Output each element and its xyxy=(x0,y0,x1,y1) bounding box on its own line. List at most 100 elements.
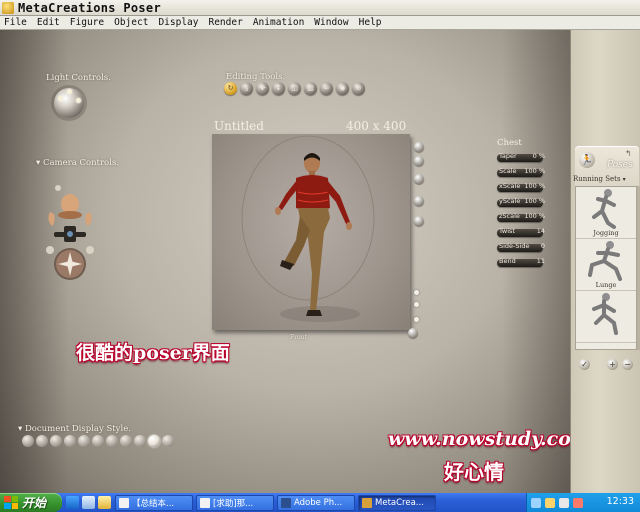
taskbar-item-4[interactable]: MetaCrea... xyxy=(358,494,436,511)
poser-app-icon[interactable] xyxy=(2,1,14,14)
camera-trackball-icon[interactable] xyxy=(54,248,86,280)
clock[interactable]: 12:33 xyxy=(607,496,634,507)
dial-yscale[interactable]: yScale 100 % xyxy=(497,195,549,209)
tray-ime-icon[interactable] xyxy=(545,497,555,508)
library-category-selector[interactable]: Running Sets ▾ xyxy=(573,174,639,184)
dial-scale[interactable]: Scale 100 % xyxy=(497,165,549,179)
taskbar-item-2[interactable]: [求助]那... xyxy=(196,494,274,511)
doc-handle-dot-3[interactable] xyxy=(414,317,419,322)
scale-tool-icon[interactable]: ◫ xyxy=(288,82,301,95)
style-cartoon-icon[interactable] xyxy=(120,435,132,447)
doc-option-button-5[interactable] xyxy=(414,216,424,226)
menu-help[interactable]: Help xyxy=(359,17,382,28)
translate-in-out-tool-icon[interactable]: ↕ xyxy=(272,82,285,95)
style-outline-icon[interactable] xyxy=(36,435,48,447)
apply-pose-check-icon[interactable]: ✓ xyxy=(579,358,590,370)
style-texture-shaded-icon[interactable] xyxy=(148,435,160,447)
menu-file[interactable]: File xyxy=(4,17,27,28)
poser-figure xyxy=(275,153,352,316)
library-actions: ✓ + − xyxy=(575,356,637,372)
quick-launch xyxy=(66,496,111,509)
camera-preset-icon[interactable] xyxy=(55,185,61,191)
doc-option-button-4[interactable] xyxy=(414,196,424,206)
light-2-handle[interactable] xyxy=(67,89,72,94)
camera-zoom-right-icon[interactable] xyxy=(86,246,94,254)
light-controls-label: Light Controls. xyxy=(46,73,111,83)
add-to-library-plus-icon[interactable]: + xyxy=(607,358,618,370)
camera-zoom-left-icon[interactable] xyxy=(46,246,54,254)
doc-option-button-3[interactable] xyxy=(414,174,424,184)
right-hand-camera-icon[interactable] xyxy=(85,212,92,226)
pose-item-running[interactable] xyxy=(576,291,636,343)
panel-grip-icon[interactable]: ↰ xyxy=(625,149,632,158)
dial-side-side[interactable]: Side-Side 0 xyxy=(497,240,549,254)
tray-volume-icon[interactable] xyxy=(559,497,569,508)
menu-figure[interactable]: Figure xyxy=(70,17,104,28)
start-label: 开始 xyxy=(22,496,47,510)
document-icon xyxy=(200,497,210,508)
poser-icon xyxy=(362,497,372,508)
chain-break-tool-icon[interactable]: ∞ xyxy=(320,82,333,95)
dial-bend[interactable]: Bend 11 xyxy=(497,255,549,269)
style-smooth-shaded-icon[interactable] xyxy=(134,435,146,447)
doc-handle-dot-2[interactable] xyxy=(414,302,419,307)
light-controls-globe[interactable] xyxy=(54,88,84,118)
pose-item-jogging[interactable]: Jogging xyxy=(576,187,636,239)
color-tool-icon[interactable]: ◉ xyxy=(336,82,349,95)
menu-edit[interactable]: Edit xyxy=(37,17,60,28)
light-3-handle[interactable] xyxy=(76,98,81,103)
light-1-handle[interactable] xyxy=(58,96,63,101)
taskbar-item-3[interactable]: Adobe Ph... xyxy=(277,494,355,511)
menu-render[interactable]: Render xyxy=(208,17,242,28)
style-lit-wireframe-icon[interactable] xyxy=(78,435,90,447)
doc-option-button-2[interactable] xyxy=(414,156,424,166)
workspace: Light Controls. Editing Tools. ↻ § ✥ ↕ ◫… xyxy=(0,30,591,493)
doc-handle-dot-1[interactable] xyxy=(414,290,419,295)
photoshop-icon xyxy=(281,497,291,508)
system-tray: 12:33 xyxy=(526,493,640,512)
style-flat-lined-icon[interactable] xyxy=(106,435,118,447)
tray-network-icon[interactable] xyxy=(531,497,541,508)
left-hand-camera-icon[interactable] xyxy=(48,212,55,226)
view-magnifier-tool-icon[interactable]: ⊕ xyxy=(352,82,365,95)
overlay-caption: 很酷的poser界面 xyxy=(76,342,230,364)
pose-list: Jogging Lunge xyxy=(575,186,637,350)
document-size: 400 x 400 xyxy=(346,119,407,133)
dial-taper[interactable]: Taper 0 % xyxy=(497,150,549,164)
window-title: MetaCreations Poser xyxy=(18,0,161,15)
dial-twist[interactable]: Twist 14 xyxy=(497,225,549,239)
remove-from-library-minus-icon[interactable]: − xyxy=(622,358,633,370)
camera-controls-label: ▾ Camera Controls. xyxy=(36,158,119,168)
doc-resize-button[interactable] xyxy=(408,328,418,338)
document-window[interactable] xyxy=(212,134,410,330)
style-wireframe-icon[interactable] xyxy=(50,435,62,447)
menu-window[interactable]: Window xyxy=(314,17,348,28)
title-bar: MetaCreations Poser xyxy=(0,0,640,16)
show-desktop-icon[interactable] xyxy=(82,496,95,509)
translate-tool-icon[interactable]: ✥ xyxy=(256,82,269,95)
taskbar: 开始 【总结本... [求助]那... Adobe Ph... MetaCrea… xyxy=(0,493,640,512)
camera-move-cross-icon[interactable] xyxy=(54,226,86,242)
dial-zscale[interactable]: zScale 100 % xyxy=(497,210,549,224)
menu-animation[interactable]: Animation xyxy=(253,17,304,28)
taper-tool-icon[interactable]: ▥ xyxy=(304,82,317,95)
overlay-website: www.nowstudy.com xyxy=(388,428,592,450)
menu-object[interactable]: Object xyxy=(114,17,148,28)
doc-option-button-1[interactable] xyxy=(414,142,424,152)
folder-icon[interactable] xyxy=(98,496,111,509)
start-button[interactable]: 开始 xyxy=(0,493,62,512)
dial-xscale[interactable]: xScale 100 % xyxy=(497,180,549,194)
camera-controls-text: Camera Controls. xyxy=(42,158,119,168)
rotate-tool-icon[interactable]: ↻ xyxy=(224,82,237,95)
camera-head-icon[interactable] xyxy=(58,194,82,219)
pose-item-lunge[interactable]: Lunge xyxy=(576,239,636,291)
taskbar-item-1[interactable]: 【总结本... xyxy=(115,494,193,511)
menu-display[interactable]: Display xyxy=(158,17,198,28)
twist-tool-icon[interactable]: § xyxy=(240,82,253,95)
style-hidden-line-icon[interactable] xyxy=(64,435,76,447)
style-flat-shaded-icon[interactable] xyxy=(92,435,104,447)
internet-explorer-icon[interactable] xyxy=(66,496,79,509)
style-silhouette-icon[interactable] xyxy=(22,435,34,447)
style-smooth-lined-icon[interactable] xyxy=(162,435,174,447)
tray-app-icon[interactable] xyxy=(573,497,583,508)
